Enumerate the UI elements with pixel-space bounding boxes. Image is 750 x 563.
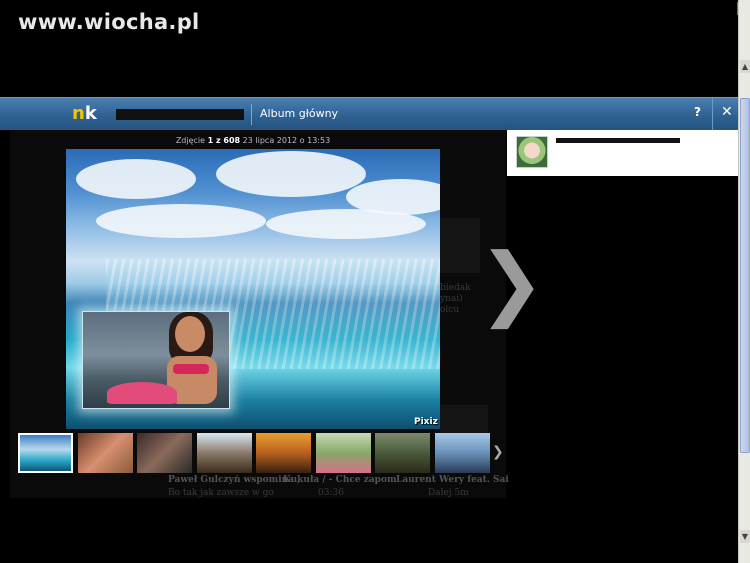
background-text: Kukuła / - Chce zapom xyxy=(283,475,397,485)
thumbnail[interactable] xyxy=(256,433,311,473)
thumbnail[interactable] xyxy=(78,433,133,473)
inset-photo xyxy=(82,311,230,409)
nk-logo[interactable]: nk xyxy=(72,103,97,124)
redacted-owner-name xyxy=(556,138,680,143)
logo-k: k xyxy=(84,103,97,124)
person-skirt xyxy=(107,382,177,404)
cloud xyxy=(96,204,266,238)
thumbnail-strip xyxy=(18,433,506,475)
divider xyxy=(712,98,713,131)
background-image xyxy=(440,218,480,273)
cloud xyxy=(216,151,366,197)
next-photo-arrow-icon[interactable]: ❯ xyxy=(478,243,545,323)
thumbnail[interactable] xyxy=(316,433,371,473)
background-text: Dalej 5m xyxy=(428,488,469,498)
photo-date: 23 lipca 2012 o 13:53 xyxy=(242,136,331,145)
photo-info-prefix: Zdjęcie xyxy=(175,136,206,145)
main-album-link[interactable]: Album główny xyxy=(260,107,338,120)
more-thumbnails-icon[interactable]: ❯ xyxy=(492,444,504,460)
background-text: Paweł Gulczyń wspomina , xyxy=(168,475,301,485)
help-button[interactable]: ? xyxy=(694,105,701,119)
scroll-thumb[interactable] xyxy=(740,98,750,453)
pixiz-watermark: Pixiz xyxy=(414,417,438,427)
photo-info: Zdjęcie 1 z 608 23 lipca 2012 o 13:53 xyxy=(0,136,506,145)
avatar[interactable] xyxy=(516,136,548,168)
redacted-username xyxy=(116,109,244,120)
background-text: Bo tak jak zawsze w go xyxy=(168,488,274,498)
background-text: biedak xyxy=(440,283,471,293)
viewer-topbar: nk Album główny ? ✕ xyxy=(0,97,738,131)
site-watermark: www.wiocha.pl xyxy=(18,10,200,34)
thumbnail[interactable] xyxy=(18,433,73,473)
scroll-up-icon[interactable]: ▲ xyxy=(740,60,750,73)
person-head xyxy=(175,316,205,352)
thumbnail[interactable] xyxy=(137,433,192,473)
owner-panel xyxy=(507,130,738,176)
background-text: ynai) xyxy=(440,294,463,304)
close-button[interactable]: ✕ xyxy=(721,104,733,120)
scroll-down-icon[interactable]: ▼ xyxy=(740,530,750,543)
background-image xyxy=(440,405,488,435)
photo-position: 1 z 608 xyxy=(207,136,241,145)
cloud xyxy=(76,159,196,199)
browser-scrollbar[interactable]: ▲ ▼ xyxy=(738,0,750,563)
background-text: 03:36 xyxy=(318,488,344,498)
background-text: Laurent Wery feat. Sai xyxy=(396,475,509,485)
person-bikini xyxy=(173,364,209,374)
background-text: olcu xyxy=(440,305,460,315)
logo-n: n xyxy=(72,103,85,124)
cloud xyxy=(266,209,426,239)
thumbnail[interactable] xyxy=(197,433,252,473)
thumbnail[interactable] xyxy=(435,433,490,473)
thumbnail[interactable] xyxy=(375,433,430,473)
divider xyxy=(251,104,252,125)
